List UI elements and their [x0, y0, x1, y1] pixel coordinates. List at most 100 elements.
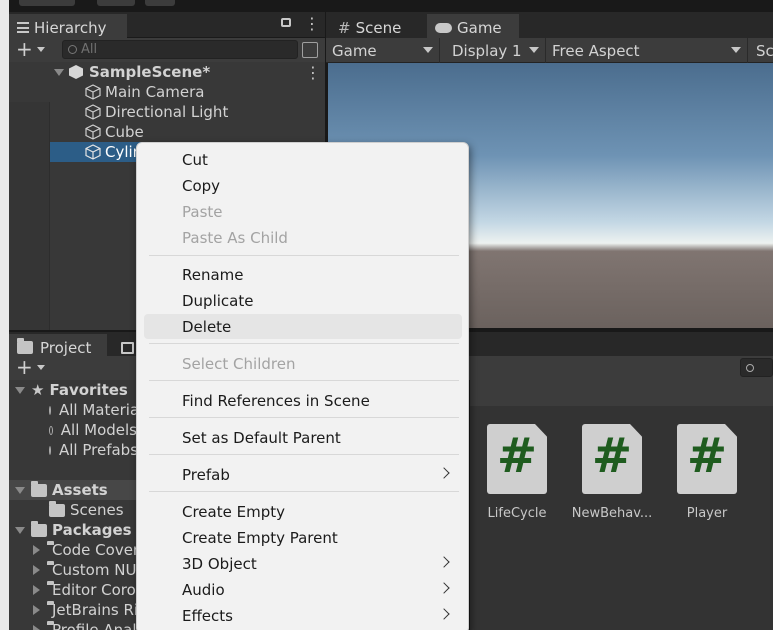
add-icon[interactable]: + — [16, 355, 33, 379]
toolbar-button[interactable] — [97, 0, 135, 6]
search-placeholder: All — [81, 42, 98, 57]
console-icon — [121, 341, 134, 354]
packages-row[interactable]: Packages — [9, 520, 137, 540]
game-tabbar: # Scene Game — [326, 12, 773, 38]
menu-item-select-children[interactable]: Select Children — [144, 351, 462, 376]
menu-item-duplicate[interactable]: Duplicate — [144, 288, 462, 313]
menu-item-cut[interactable]: Cut — [144, 147, 462, 172]
expand-arrow-icon[interactable] — [54, 68, 64, 76]
left-edge-strip — [0, 0, 9, 630]
expand-arrow-icon[interactable] — [33, 585, 40, 595]
expand-arrow-icon[interactable] — [33, 565, 40, 575]
package-row[interactable]: Profile Analyzer — [9, 620, 137, 630]
search-icon — [49, 445, 51, 455]
gameobject-cube-icon — [85, 144, 101, 160]
menu-item-prefab[interactable]: Prefab — [144, 462, 462, 487]
add-icon[interactable]: + — [16, 37, 33, 61]
expand-arrow-icon[interactable] — [33, 625, 40, 630]
menu-item-audio[interactable]: Audio — [144, 577, 462, 602]
assets-child-row[interactable]: Scenes — [9, 500, 137, 520]
aspect-dropdown[interactable]: Free Aspect — [546, 38, 748, 63]
dropdown-value: Game — [332, 41, 377, 60]
assets-label: Assets — [52, 481, 108, 499]
expand-arrow-icon[interactable] — [33, 545, 40, 555]
favorites-label: Favorites — [49, 381, 128, 399]
hierarchy-item[interactable]: Directional Light — [9, 102, 325, 122]
menu-item-label: Find References in Scene — [182, 391, 370, 410]
script-asset[interactable]: # LifeCycle — [472, 424, 562, 521]
editor-top-toolbar — [9, 0, 773, 12]
menu-item-3d-object[interactable]: 3D Object — [144, 551, 462, 576]
menu-item-label: Create Empty Parent — [182, 528, 338, 547]
menu-item-effects[interactable]: Effects — [144, 603, 462, 628]
menu-item-label: Delete — [182, 317, 232, 336]
favorites-item-label: All Prefabs — [59, 441, 137, 459]
project-search-input[interactable] — [740, 358, 773, 377]
display-dropdown[interactable]: Display 1 — [446, 38, 546, 63]
tab-scene[interactable]: # Scene — [330, 14, 426, 38]
scene-menu-icon[interactable]: ⋮ — [305, 63, 321, 82]
menu-item-create-empty[interactable]: Create Empty — [144, 499, 462, 524]
folder-icon — [17, 338, 33, 354]
menu-item-copy[interactable]: Copy — [144, 173, 462, 198]
favorites-item[interactable]: All Prefabs — [9, 440, 137, 460]
script-asset[interactable]: # Player — [662, 424, 752, 521]
hierarchy-item[interactable]: Main Camera — [9, 82, 325, 102]
folder-label: Scenes — [70, 501, 124, 519]
menu-item-label: Duplicate — [182, 291, 254, 310]
chevron-down-icon[interactable] — [37, 365, 45, 370]
hierarchy-search-input[interactable]: All — [62, 40, 298, 59]
menu-separator — [149, 343, 459, 344]
view-mode-dropdown[interactable]: Game — [326, 38, 440, 63]
chevron-down-icon[interactable] — [37, 47, 45, 52]
menu-item-delete[interactable]: Delete — [144, 314, 462, 339]
menu-item-label: Create Empty — [182, 502, 285, 521]
expand-arrow-icon[interactable] — [15, 486, 25, 494]
search-icon — [49, 425, 53, 435]
tab-label: Hierarchy — [34, 18, 107, 37]
expand-arrow-icon[interactable] — [15, 386, 25, 394]
menu-item-rename[interactable]: Rename — [144, 262, 462, 287]
tab-hierarchy[interactable]: Hierarchy — [9, 14, 127, 38]
tab-game[interactable]: Game — [427, 14, 519, 38]
toolbar-button[interactable] — [19, 0, 75, 6]
menu-separator — [149, 454, 459, 455]
project-breadcrumb-bar — [470, 380, 773, 406]
package-row[interactable]: Custom NUnit — [9, 560, 137, 580]
menu-item-create-empty-parent[interactable]: Create Empty Parent — [144, 525, 462, 550]
chevron-down-icon — [529, 47, 539, 53]
favorites-item[interactable]: All Materials — [9, 400, 137, 420]
menu-item-find-references[interactable]: Find References in Scene — [144, 388, 462, 413]
favorites-row[interactable]: ★ Favorites — [9, 380, 137, 400]
package-row[interactable]: Editor Coroutines — [9, 580, 137, 600]
lock-icon[interactable] — [281, 18, 291, 27]
asset-label: Player — [686, 506, 728, 521]
script-asset[interactable]: # NewBehav... — [567, 424, 657, 521]
scene-view-toggle-icon[interactable] — [302, 42, 318, 58]
game-toolbar: Game Display 1 Free Aspect Sc — [326, 38, 773, 63]
scene-row[interactable]: SampleScene* ⋮ — [9, 62, 325, 82]
kebab-menu-icon[interactable]: ⋮ — [304, 14, 320, 33]
package-row[interactable]: JetBrains Rider Editor — [9, 600, 137, 620]
menu-separator — [149, 417, 459, 418]
assets-row[interactable]: Assets — [9, 480, 137, 500]
scale-slider-label[interactable]: Sc — [750, 38, 773, 63]
favorites-item[interactable]: All Models — [9, 420, 137, 440]
menu-item-label: Paste — [182, 202, 223, 221]
asset-label: NewBehav... — [571, 506, 653, 521]
menu-separator — [149, 255, 459, 256]
chevron-right-icon — [438, 582, 450, 594]
hierarchy-item-label: Cube — [105, 123, 144, 141]
toolbar-button[interactable] — [145, 0, 175, 6]
folder-icon — [49, 500, 65, 517]
menu-item-paste-as-child[interactable]: Paste As Child — [144, 225, 462, 250]
package-row[interactable]: Code Coverage — [9, 540, 137, 560]
menu-item-set-default-parent[interactable]: Set as Default Parent — [144, 425, 462, 450]
hierarchy-item[interactable]: Cube — [9, 122, 325, 142]
menu-item-paste[interactable]: Paste — [144, 199, 462, 224]
expand-arrow-icon[interactable] — [15, 526, 25, 534]
scene-name: SampleScene* — [89, 63, 211, 81]
hierarchy-toolbar: + All — [9, 37, 325, 62]
expand-arrow-icon[interactable] — [33, 605, 40, 615]
search-icon — [49, 405, 51, 415]
